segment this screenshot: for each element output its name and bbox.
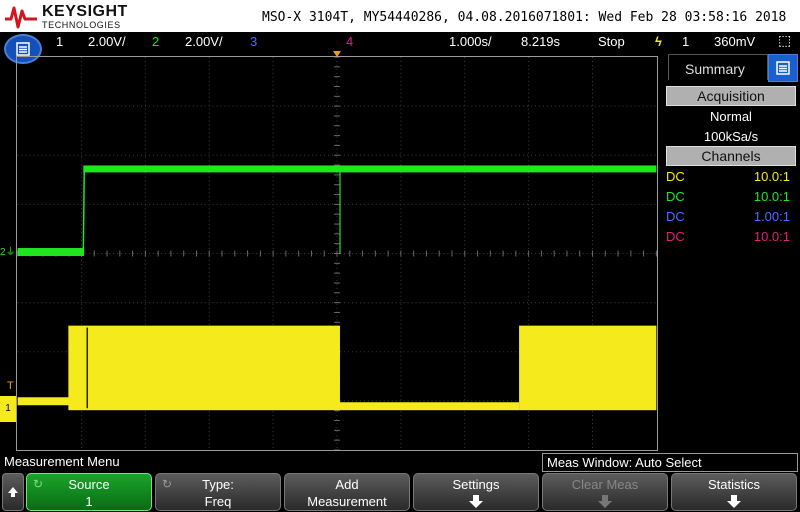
channels-header[interactable]: Channels bbox=[666, 146, 796, 166]
ch2-number[interactable]: 2 bbox=[152, 34, 159, 49]
clear-meas-softkey[interactable]: Clear Meas bbox=[542, 473, 668, 511]
ground-icon: ⏚ bbox=[5, 247, 16, 258]
trigger-level[interactable]: 360mV bbox=[714, 34, 755, 49]
summary-tab[interactable]: Summary bbox=[668, 54, 768, 80]
down-arrow-icon bbox=[727, 495, 741, 508]
probe-ratio: 10.0:1 bbox=[753, 169, 790, 184]
brand-name: KEYSIGHT bbox=[42, 3, 128, 20]
softkey-label: Add bbox=[335, 477, 359, 492]
instrument-info: MSO-X 3104T, MY54440286, 04.08.201607180… bbox=[262, 10, 787, 25]
coupling: DC bbox=[666, 229, 685, 244]
trigger-level-marker[interactable]: T bbox=[7, 380, 14, 392]
fullscreen-icon[interactable]: ⬚ bbox=[778, 32, 791, 49]
probe-ratio: 1.00:1 bbox=[753, 209, 790, 224]
ch2-waveform bbox=[17, 165, 657, 256]
ch4-number[interactable]: 4 bbox=[346, 34, 353, 49]
ch1-scale[interactable]: 2.00V/ bbox=[88, 34, 126, 49]
acquisition-mode: Normal bbox=[710, 109, 752, 124]
menu-icon bbox=[776, 61, 790, 75]
delay[interactable]: 8.219s bbox=[521, 34, 560, 49]
softkey-value: Measurement bbox=[307, 494, 387, 509]
waveform-display[interactable] bbox=[16, 56, 658, 451]
softkey-bar: ↻ Source 1 ↻ Type: Freq Add Measurement … bbox=[0, 472, 800, 512]
ch1-number[interactable]: 1 bbox=[56, 34, 63, 49]
status-bar: 1 2.00V/ 2 2.00V/ 3 4 1.000s/ 8.219s Sto… bbox=[0, 32, 800, 52]
down-arrow-icon bbox=[469, 495, 483, 508]
softkey-label: Settings bbox=[452, 477, 500, 492]
softkey-label: Type: bbox=[202, 477, 234, 492]
trigger-edge-icon[interactable]: ϟ bbox=[655, 34, 662, 49]
ch1-marker-label: 1 bbox=[5, 403, 11, 414]
probe-ratio: 10.0:1 bbox=[753, 229, 790, 244]
add-measurement-softkey[interactable]: Add Measurement bbox=[284, 473, 410, 511]
statistics-softkey[interactable]: Statistics bbox=[671, 473, 797, 511]
trigger-marker-label: T bbox=[7, 380, 14, 392]
brand-subtitle: TECHNOLOGIES bbox=[42, 20, 121, 30]
type-softkey[interactable]: ↻ Type: Freq bbox=[155, 473, 281, 511]
softkey-value: Freq bbox=[204, 494, 232, 509]
coupling: DC bbox=[666, 169, 685, 184]
probe-ratio: 10.0:1 bbox=[753, 189, 790, 204]
source-softkey[interactable]: ↻ Source 1 bbox=[26, 473, 152, 511]
sample-rate: 100kSa/s bbox=[703, 129, 759, 144]
menu-icon bbox=[16, 42, 30, 56]
ch3-number[interactable]: 3 bbox=[250, 34, 257, 49]
panel-menu-button[interactable] bbox=[768, 54, 798, 82]
trigger-source[interactable]: 1 bbox=[682, 34, 689, 49]
timebase[interactable]: 1.000s/ bbox=[449, 34, 492, 49]
softkey-label: Clear Meas bbox=[571, 477, 639, 492]
down-arrow-icon bbox=[598, 495, 612, 508]
keysight-logo: KEYSIGHT TECHNOLOGIES bbox=[4, 2, 144, 30]
softkey-label: Source bbox=[68, 477, 110, 492]
coupling: DC bbox=[666, 209, 685, 224]
acquisition-header[interactable]: Acquisition bbox=[666, 86, 796, 106]
coupling: DC bbox=[666, 189, 685, 204]
settings-softkey[interactable]: Settings bbox=[413, 473, 539, 511]
header-bar: KEYSIGHT TECHNOLOGIES MSO-X 3104T, MY544… bbox=[0, 0, 800, 32]
ch1-waveform bbox=[17, 325, 657, 411]
menu-title: Measurement Menu bbox=[4, 454, 120, 469]
meas-window-status: Meas Window: Auto Select bbox=[542, 453, 798, 472]
ch1-ground-marker[interactable]: 1 bbox=[0, 396, 16, 422]
ch2-ground-marker[interactable]: 2⏚ bbox=[0, 246, 16, 260]
run-state[interactable]: Stop bbox=[598, 34, 625, 49]
softkey-value: 1 bbox=[85, 494, 93, 509]
softkey-label: Statistics bbox=[707, 477, 760, 492]
ch2-scale[interactable]: 2.00V/ bbox=[185, 34, 223, 49]
